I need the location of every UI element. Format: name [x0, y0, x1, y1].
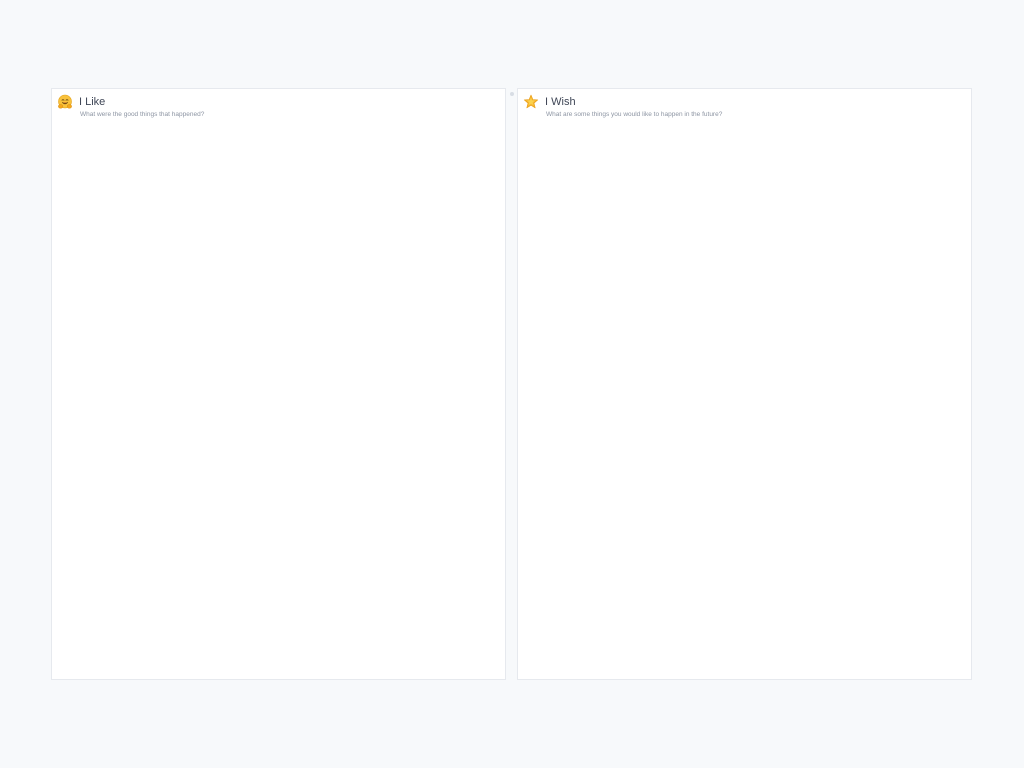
column-i-wish[interactable]: I Wish What are some things you would li… [517, 88, 972, 680]
column-i-like[interactable]: I Like What were the good things that ha… [51, 88, 506, 680]
column-drag-handle[interactable] [510, 92, 514, 96]
column-title: I Wish [545, 96, 576, 108]
retro-board: I Like What were the good things that ha… [51, 88, 973, 680]
column-title: I Like [79, 96, 106, 108]
hugging-face-icon [58, 94, 72, 109]
column-subtitle: What are some things you would like to h… [546, 111, 723, 118]
column-subtitle: What were the good things that happened? [80, 111, 205, 118]
glowing-star-icon [523, 94, 539, 109]
